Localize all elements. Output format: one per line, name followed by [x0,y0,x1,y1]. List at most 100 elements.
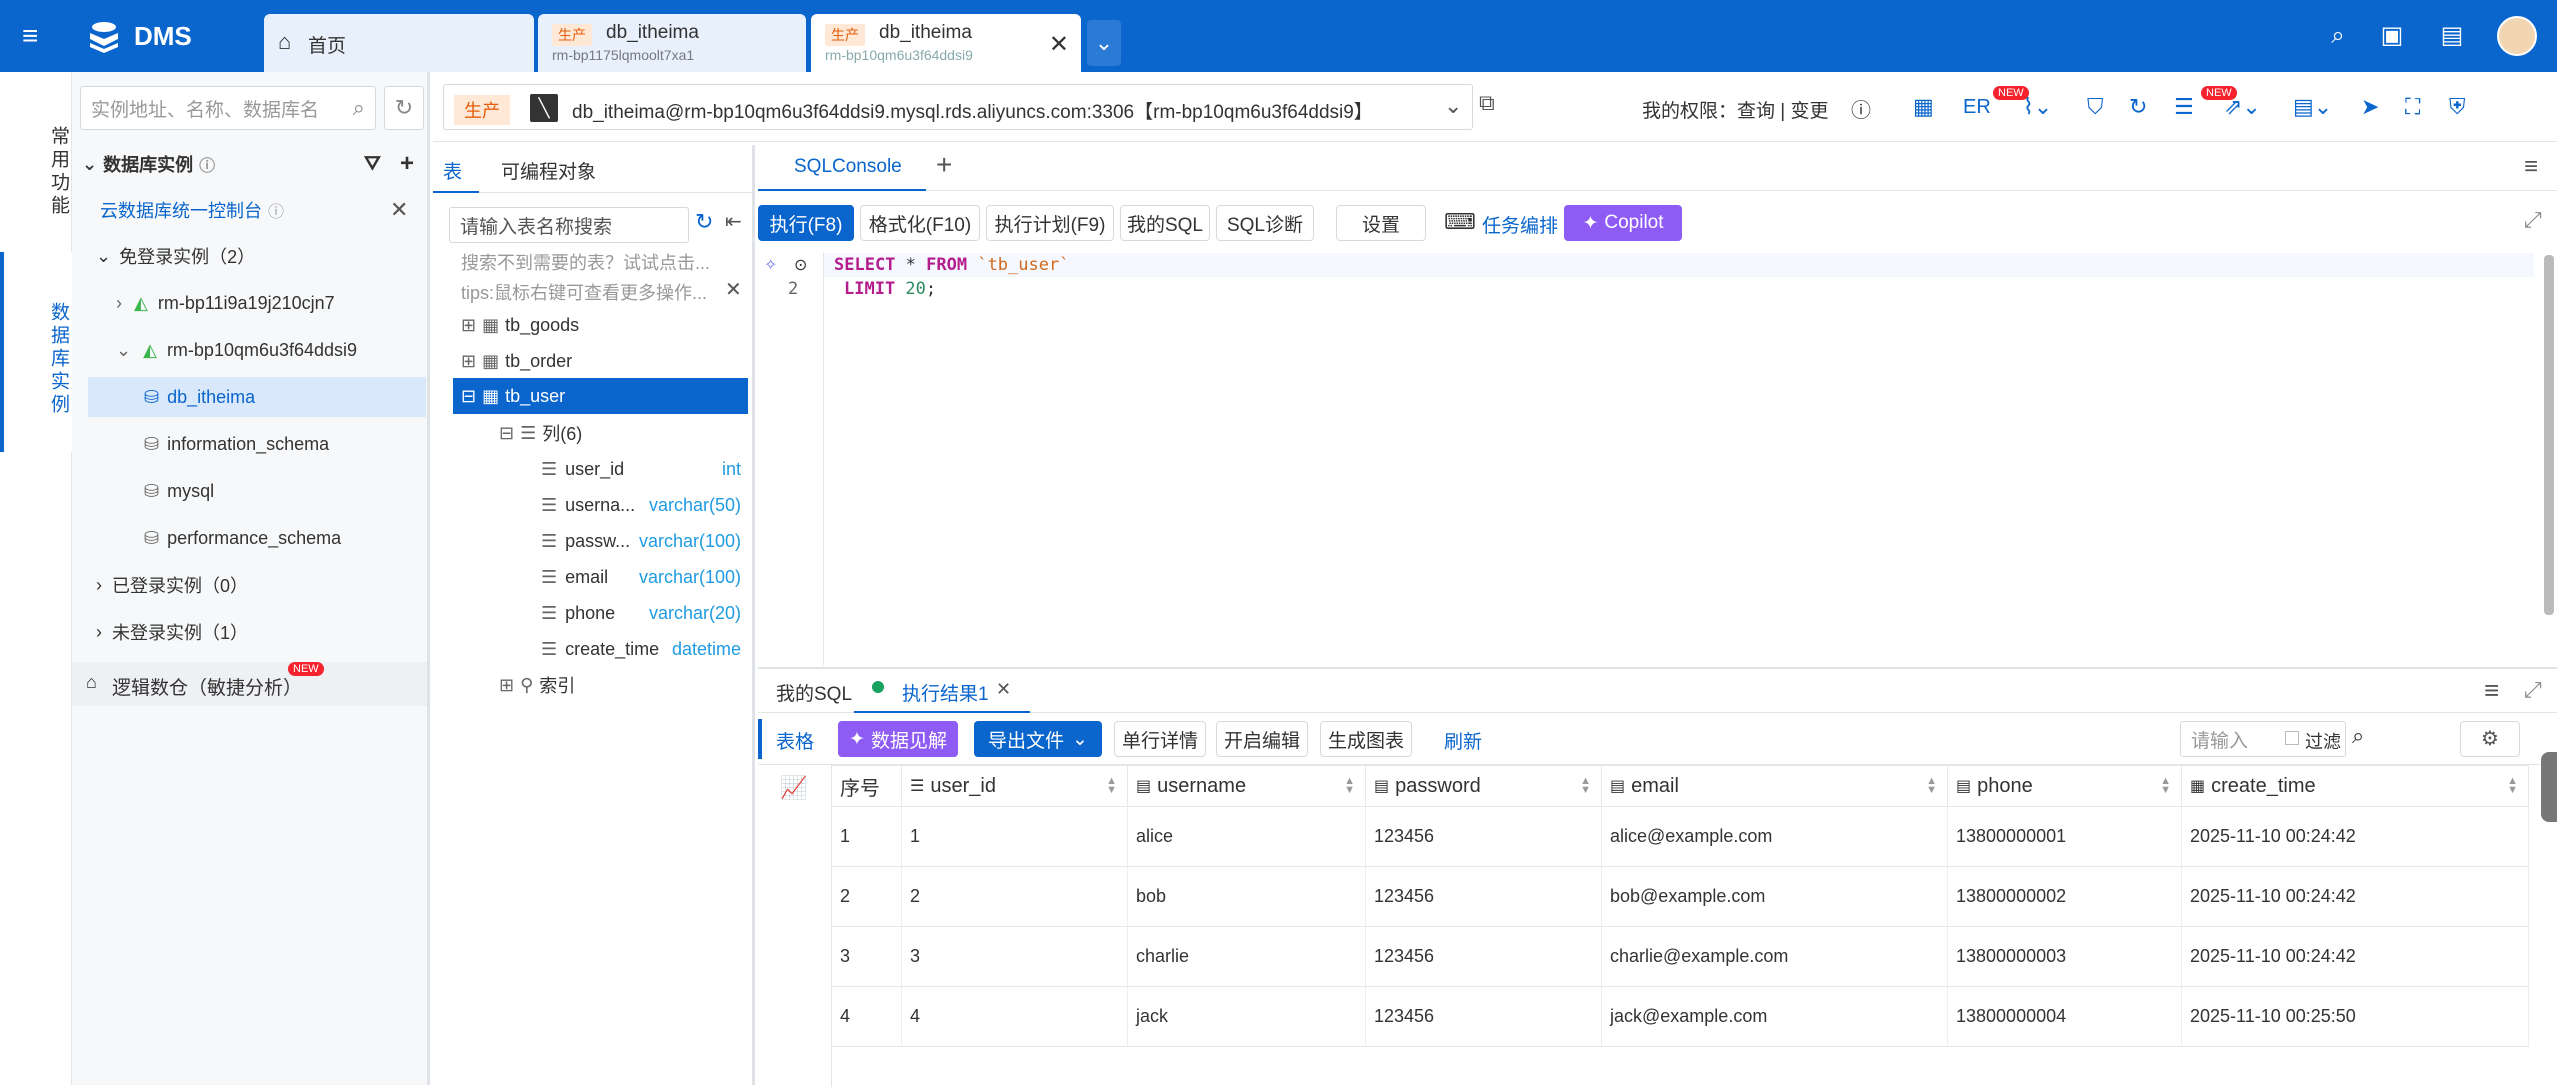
add-tab-icon[interactable]: + [936,149,952,181]
cell[interactable]: 123456 [1366,987,1602,1046]
cell[interactable]: 3 [832,927,902,986]
table-item[interactable]: ⊞ ▦ tb_order [461,341,572,381]
cell[interactable]: 123456 [1366,927,1602,986]
side-drawer-handle[interactable] [2541,752,2557,822]
enable-edit-button[interactable]: 开启编辑 [1216,721,1308,757]
refresh-icon[interactable]: ↻ [384,86,424,130]
filter-icon[interactable]: ⛛ [364,153,381,176]
add-icon[interactable]: + [400,150,414,178]
tab-my-sql[interactable]: 我的SQL [776,679,852,706]
row-detail-button[interactable]: 单行详情 [1114,721,1206,757]
nav-common-functions[interactable]: 常用功能 [0,112,72,232]
code-line-1[interactable]: SELECT * FROM `tb_user` [834,255,1069,275]
editor-scrollbar[interactable] [2544,255,2554,615]
sort-icon[interactable]: ▲ ▼ [1580,776,1591,796]
tab-sql-console[interactable]: SQLConsole [794,156,902,178]
cell[interactable]: 1 [902,807,1128,866]
cell[interactable]: jack@example.com [1602,987,1948,1046]
header-create-time[interactable]: ▦ create_time ▲ ▼ [2182,766,2529,806]
instance-item[interactable]: › ◭ rm-bp11i9a19j210cjn7 [116,283,335,323]
sort-icon[interactable]: ▲ ▼ [1926,776,1937,796]
cell[interactable]: 13800000001 [1948,807,2182,866]
copilot-button[interactable]: ✦ Copilot [1564,205,1682,241]
header-user-id[interactable]: ☰ user_id ▲ ▼ [902,766,1128,806]
header-username[interactable]: ▤ username ▲ ▼ [1128,766,1366,806]
explain-button[interactable]: 执行计划(F9) [986,205,1114,241]
keyboard-icon[interactable]: ⌨ [1444,209,1476,235]
app-logo[interactable]: DMS [84,16,192,56]
instance-search-input[interactable]: 实例地址、名称、数据库名 ⌕ [80,86,376,130]
cell[interactable]: 123456 [1366,867,1602,926]
refresh-icon[interactable]: ↻ [695,209,713,235]
cell[interactable]: 123456 [1366,807,1602,866]
column-item[interactable]: ☰ user_id int [541,449,741,489]
search-hint[interactable]: 搜索不到需要的表？试试点击... [461,249,710,275]
cell[interactable]: 1 [832,807,902,866]
gear-icon[interactable]: ⚙ [2460,721,2520,757]
chart-dropdown-icon[interactable]: ⌇⌄ [2023,94,2052,120]
cell[interactable]: 4 [832,987,902,1046]
export-file-button[interactable]: 导出文件 ⌄ [974,721,1102,757]
cell[interactable]: 2025-11-10 00:25:50 [2182,987,2529,1046]
db-item[interactable]: ⛁ mysql [144,471,214,511]
send-icon[interactable]: ➤ [2361,94,2379,120]
document-icon[interactable]: ▤ [2436,20,2468,52]
expand-icon[interactable]: ⤢ [2524,207,2542,233]
format-button[interactable]: 格式化(F10) [860,205,980,241]
cell[interactable]: 2 [902,867,1128,926]
table-item-selected[interactable]: ⊟ ▦ tb_user [453,378,748,414]
cell[interactable]: alice@example.com [1602,807,1948,866]
cell[interactable]: charlie [1128,927,1366,986]
table-item[interactable]: ⊞ ▦ tb_goods [461,305,579,345]
logic-db-section[interactable]: ⌂ 逻辑数仓（敏捷分析） NEW [72,662,427,706]
sort-icon[interactable]: ▲ ▼ [1106,776,1117,796]
code-line-2[interactable]: LIMIT 20; [844,279,936,299]
cell[interactable]: 13800000003 [1948,927,2182,986]
header-phone[interactable]: ▤ phone ▲ ▼ [1948,766,2182,806]
search-icon[interactable]: ⌕ [353,95,365,121]
columns-group[interactable]: ⊟ ☰ 列(6) [499,413,582,453]
settings-button[interactable]: 设置 [1336,205,1426,241]
menu-icon[interactable]: ≡ [22,20,50,52]
db-instance-section[interactable]: ⌄ 数据库实例 ⓘ ⛛ + [82,144,422,184]
sql-diagnose-button[interactable]: SQL诊断 [1216,205,1314,241]
search-icon[interactable]: ⌕ [2352,723,2364,749]
close-icon[interactable]: ✕ [1049,30,1069,59]
copy-icon[interactable]: ⧉ [1479,90,1495,116]
cell[interactable]: alice [1128,807,1366,866]
connection-select[interactable]: 生产 ╲ db_itheima@rm-bp10qm6u3f64ddsi9.mys… [443,84,1473,130]
free-login-group[interactable]: ⌄ 免登录实例（2） [96,236,255,276]
shield-icon[interactable]: ⛉ [2087,94,2104,120]
db-item[interactable]: ⛁ performance_schema [144,518,341,558]
avatar[interactable] [2497,16,2537,56]
table-search-input[interactable]: 请输入表名称搜索 [449,207,689,243]
cell[interactable]: 2 [832,867,902,926]
info-icon[interactable]: ⓘ [1851,94,1871,123]
sparkle-icon[interactable]: ✧ [764,255,777,275]
menu-icon[interactable]: ≡ [2484,675,2499,706]
db-item[interactable]: ⛁ information_schema [144,424,329,464]
console-link[interactable]: 云数据库统一控制台 ⓘ ✕ [100,190,420,230]
close-icon[interactable]: ✕ [390,197,408,223]
sync-icon[interactable]: ↻ [2129,94,2147,120]
db-item-db-itheima[interactable]: ⛁ db_itheima [88,377,426,417]
table-icon[interactable]: ▦ [1913,94,1934,120]
list-icon[interactable]: ☰ [2174,94,2194,120]
column-item[interactable]: ☰ email varchar(100) [541,557,741,597]
menu-icon[interactable]: ≡ [2524,153,2538,181]
close-icon[interactable]: ✕ [996,679,1011,700]
data-insight-button[interactable]: ✦ 数据见解 [838,721,958,757]
cell[interactable]: 13800000004 [1948,987,2182,1046]
nav-db-instances[interactable]: 数据库实例 [0,252,72,452]
tab-home[interactable]: ⌂ 首页 [264,14,534,72]
tab-db-2[interactable]: 生产 db_itheima rm-bp10qm6u3f64ddsi9 ✕ [811,14,1081,72]
my-sql-button[interactable]: 我的SQL [1120,205,1210,241]
cell[interactable]: 2025-11-10 00:24:42 [2182,927,2529,986]
tab-result-1[interactable]: 执行结果1 [902,679,989,706]
security-icon[interactable]: ⛨ [2449,94,2466,120]
execute-button[interactable]: 执行(F8) [758,205,854,241]
sort-icon[interactable]: ▲ ▼ [2160,776,2171,796]
fullscreen-icon[interactable]: ⛶ [2405,94,2420,120]
logged-in-group[interactable]: › 已登录实例（0） [96,565,248,605]
instance-item[interactable]: ⌄ ◭ rm-bp10qm6u3f64ddsi9 [116,330,357,370]
